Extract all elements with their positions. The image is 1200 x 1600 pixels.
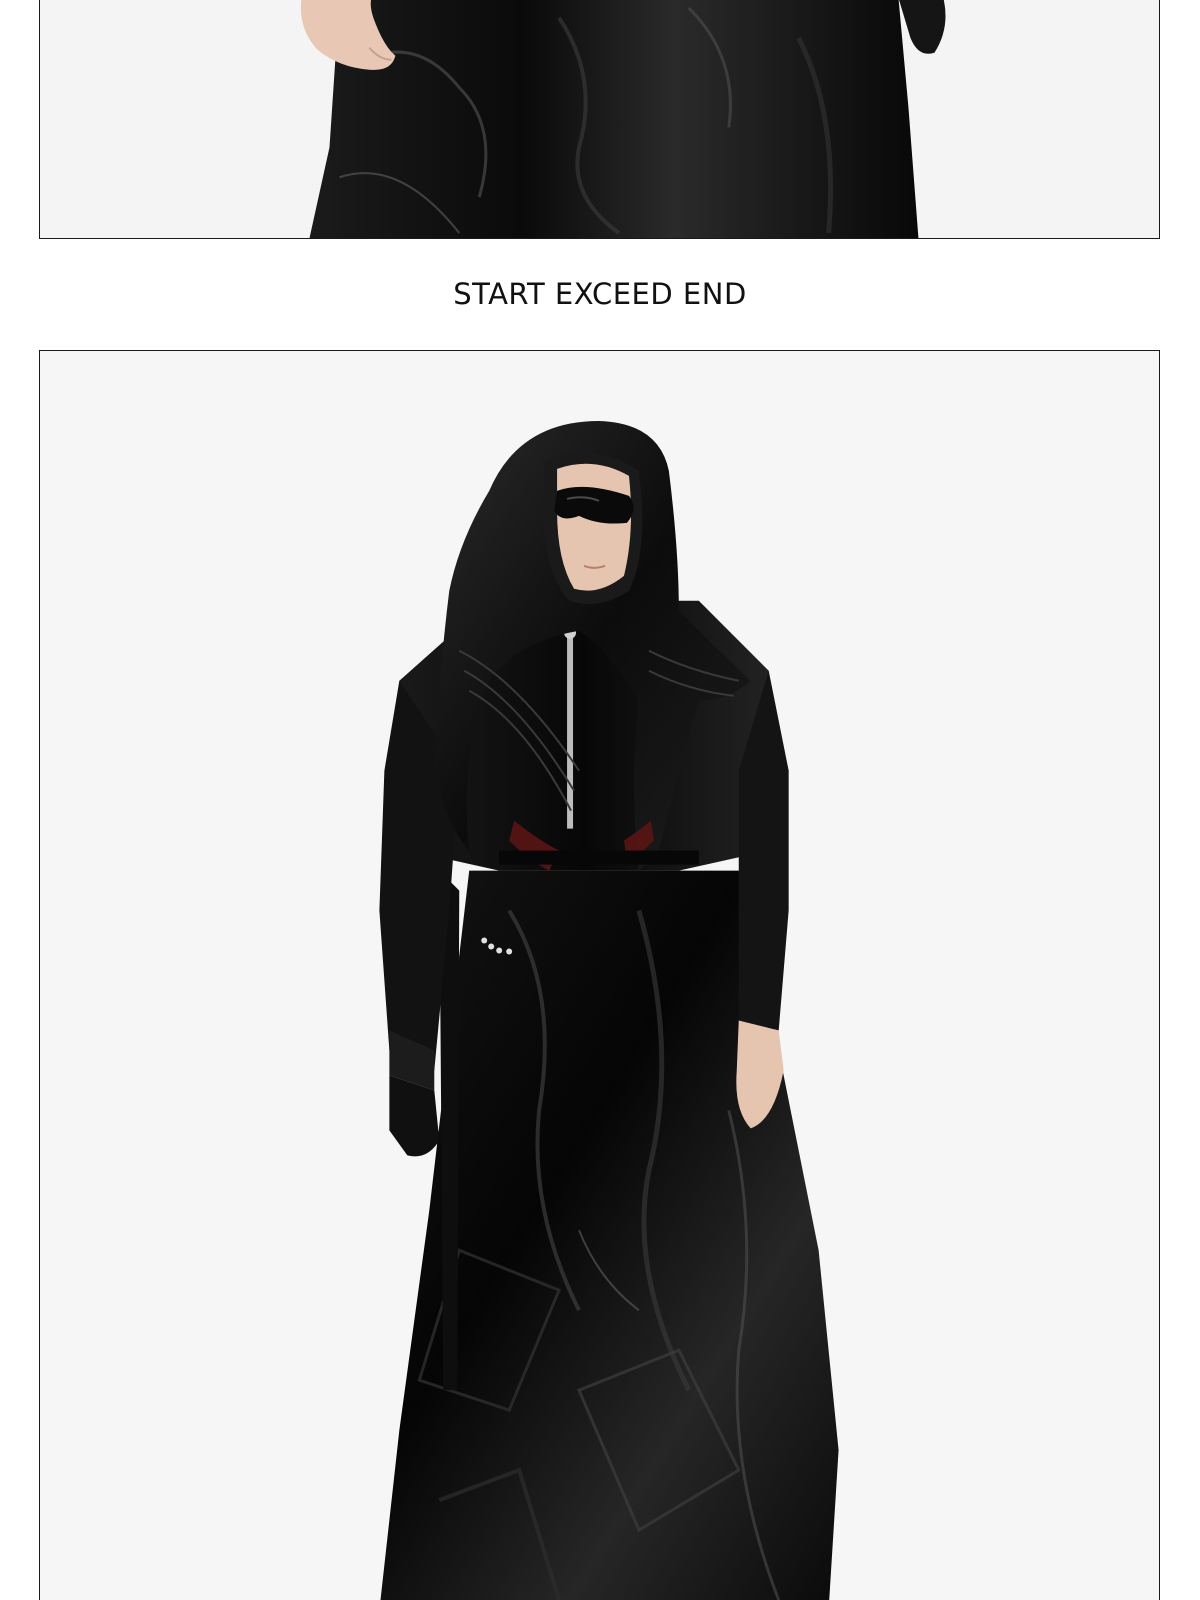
product-detail-page: START EXCEED END — [0, 0, 1200, 1600]
collection-tagline: START EXCEED END — [453, 277, 747, 311]
hooded-model-photo — [39, 350, 1160, 1600]
hooded-model-illustration — [40, 351, 1159, 1600]
garment-detail-photo — [39, 0, 1160, 239]
garment-detail-illustration — [40, 0, 1159, 238]
